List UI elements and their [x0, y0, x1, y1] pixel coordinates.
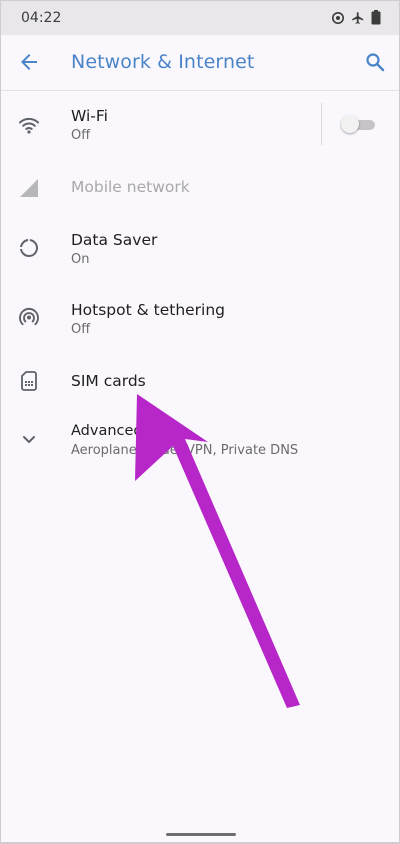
- hotspot-status: Off: [71, 322, 91, 337]
- data-saver-title: Data Saver: [71, 231, 158, 249]
- divider: [321, 103, 322, 145]
- mobile-network-row[interactable]: Mobile network: [1, 159, 399, 215]
- wifi-status: Off: [71, 128, 91, 143]
- mobile-signal-icon: [17, 176, 41, 200]
- app-bar: Network & Internet: [1, 35, 399, 91]
- settings-screen: 04:22 Network & Internet Wi-Fi Off Mobil…: [1, 1, 399, 842]
- status-icons: [331, 10, 381, 25]
- sim-card-icon: [17, 369, 41, 393]
- sim-cards-row[interactable]: SIM cards: [1, 355, 399, 405]
- data-saver-status: On: [71, 252, 90, 267]
- wifi-icon: [17, 113, 41, 137]
- sim-cards-title: SIM cards: [71, 372, 146, 390]
- advanced-title: Advanced: [71, 423, 143, 439]
- wifi-toggle[interactable]: [341, 115, 375, 135]
- gesture-nav-handle[interactable]: [166, 833, 236, 836]
- page-title: Network & Internet: [71, 51, 255, 73]
- chevron-down-icon: [17, 427, 41, 451]
- status-bar: 04:22: [1, 1, 399, 35]
- hotspot-row[interactable]: Hotspot & tethering Off: [1, 285, 399, 351]
- advanced-row[interactable]: Advanced Aeroplane mode, VPN, Private DN…: [1, 409, 399, 473]
- toggle-thumb: [341, 115, 359, 133]
- data-saver-row[interactable]: Data Saver On: [1, 215, 399, 281]
- wifi-row[interactable]: Wi-Fi Off: [1, 91, 399, 159]
- mobile-network-title: Mobile network: [71, 178, 190, 196]
- advanced-summary: Aeroplane mode, VPN, Private DNS: [71, 443, 299, 458]
- search-icon[interactable]: [363, 50, 387, 74]
- status-time: 04:22: [21, 10, 62, 26]
- back-arrow-icon[interactable]: [17, 50, 41, 74]
- data-saver-icon: [17, 236, 41, 260]
- wifi-title: Wi-Fi: [71, 107, 108, 125]
- hotspot-icon: [17, 306, 41, 330]
- location-icon: [331, 11, 345, 25]
- battery-icon: [371, 10, 381, 25]
- hotspot-title: Hotspot & tethering: [71, 301, 226, 319]
- airplane-mode-icon: [351, 11, 365, 25]
